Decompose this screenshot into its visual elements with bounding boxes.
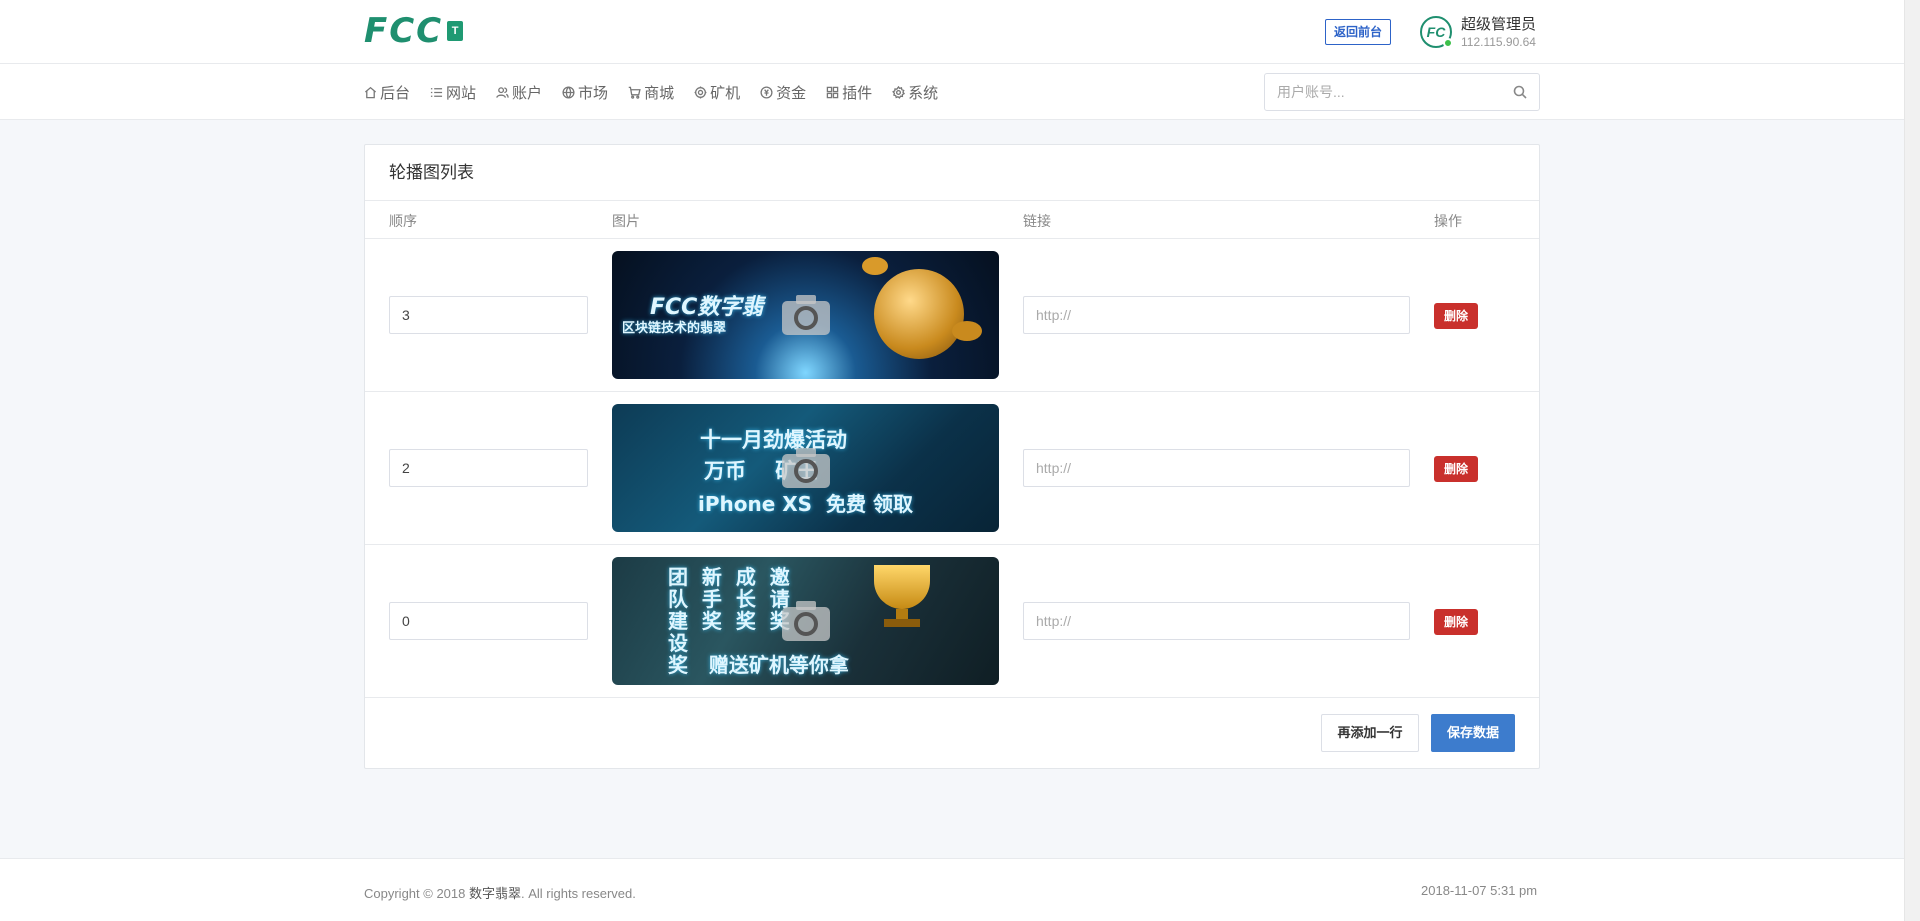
search-icon[interactable] xyxy=(1513,85,1527,99)
logo-mark: T xyxy=(447,21,464,41)
nav-label: 插件 xyxy=(842,84,873,102)
delete-button[interactable]: 删除 xyxy=(1434,609,1478,635)
brand-name: 数字翡翠 xyxy=(468,886,521,901)
save-button[interactable]: 保存数据 xyxy=(1431,714,1515,752)
site-logo[interactable]: FCC T xyxy=(364,11,464,51)
link-input[interactable] xyxy=(1023,296,1410,334)
nav-item-website[interactable]: 网站 xyxy=(430,82,476,103)
column-header-action: 操作 xyxy=(1434,213,1462,229)
column-header-image: 图片 xyxy=(612,213,640,229)
order-input[interactable] xyxy=(389,602,588,640)
nav-item-accounts[interactable]: 账户 xyxy=(496,82,542,103)
user-search xyxy=(1264,73,1540,111)
trophy-graphic xyxy=(874,565,930,609)
nav-label: 矿机 xyxy=(710,84,741,102)
home-icon xyxy=(364,86,377,98)
nav-item-funds[interactable]: 资金 xyxy=(760,82,806,103)
table-row: 团 新 成 邀 队 手 长 请 建 奖 奖 奖 设 奖 赠送矿机等你拿 删除 xyxy=(365,545,1539,698)
camera-icon[interactable] xyxy=(780,293,832,337)
settings-icon xyxy=(892,85,906,99)
nav-label: 资金 xyxy=(776,84,807,102)
globe-icon xyxy=(562,85,575,99)
logo-text: FCC xyxy=(364,11,444,51)
gear-icon xyxy=(694,86,707,98)
avatar[interactable]: FC xyxy=(1420,16,1453,48)
copyright-suffix: . All rights reserved. xyxy=(521,886,636,901)
card-footer: 再添加一行 保存数据 xyxy=(365,698,1539,768)
camera-icon[interactable] xyxy=(780,599,832,643)
nav-item-market[interactable]: 市场 xyxy=(562,82,608,103)
users-icon xyxy=(496,86,509,98)
delete-button[interactable]: 删除 xyxy=(1434,456,1478,482)
coin-graphic xyxy=(952,321,982,341)
banner-image[interactable]: FCC数字翡 区块链技术的翡翠 xyxy=(612,251,999,379)
link-input[interactable] xyxy=(1023,602,1410,640)
column-header-link: 链接 xyxy=(1023,213,1051,229)
user-ip: 112.115.90.64 xyxy=(1461,35,1536,49)
coin-graphic xyxy=(862,257,888,275)
trophy-base xyxy=(884,619,920,627)
nav-item-system[interactable]: 系统 xyxy=(892,82,938,103)
online-status-dot xyxy=(1443,38,1453,48)
nav-label: 市场 xyxy=(578,84,609,102)
add-row-button[interactable]: 再添加一行 xyxy=(1321,714,1419,752)
top-header: FCC T 返回前台 FC 超级管理员 112.115.90.64 xyxy=(0,0,1904,64)
page-scrollbar[interactable] xyxy=(1904,0,1920,921)
table-row: FCC数字翡 区块链技术的翡翠 删除 xyxy=(365,239,1539,392)
card-title: 轮播图列表 xyxy=(365,145,1539,201)
main-nav: 后台 网站 账户 市场 商城 矿机 资金 插件 系统 用户账号... xyxy=(0,64,1904,120)
nav-item-plugins[interactable]: 插件 xyxy=(826,82,872,103)
search-input[interactable] xyxy=(1265,74,1495,110)
nav-label: 系统 xyxy=(908,84,939,102)
bitcoin-graphic xyxy=(874,269,964,359)
grid-icon xyxy=(826,86,839,98)
banner-text: iPhone XS 免费 领取 xyxy=(698,492,913,516)
list-icon xyxy=(430,87,443,97)
nav-item-miners[interactable]: 矿机 xyxy=(694,82,740,103)
page-footer: Copyright © 2018 数字翡翠. All rights reserv… xyxy=(0,858,1904,921)
table-row: 十一月劲爆活动 万币 矿王 iPhone XS 免费 领取 删除 xyxy=(365,392,1539,545)
trophy-stem xyxy=(896,609,908,619)
carousel-list-card: 轮播图列表 顺序 图片 链接 操作 FCC数字翡 区块链技术的翡翠 删除 十一月… xyxy=(364,144,1540,769)
delete-button[interactable]: 删除 xyxy=(1434,303,1478,329)
table-header: 顺序 图片 链接 操作 xyxy=(365,201,1539,239)
banner-text: 区块链技术的翡翠 xyxy=(622,321,727,336)
nav-item-mall[interactable]: 商城 xyxy=(628,82,674,103)
nav-label: 网站 xyxy=(446,84,477,102)
order-input[interactable] xyxy=(389,296,588,334)
nav-label: 商城 xyxy=(644,84,675,102)
copyright: Copyright © 2018 数字翡翠. All rights reserv… xyxy=(364,883,636,902)
nav-item-dashboard[interactable]: 后台 xyxy=(364,82,410,103)
current-datetime: 2018-11-07 5:31 pm xyxy=(1421,883,1538,898)
nav-label: 账户 xyxy=(512,84,543,102)
camera-icon[interactable] xyxy=(780,446,832,490)
banner-image[interactable]: 十一月劲爆活动 万币 矿王 iPhone XS 免费 领取 xyxy=(612,404,999,532)
back-to-frontend-button[interactable]: 返回前台 xyxy=(1325,19,1392,45)
order-input[interactable] xyxy=(389,449,588,487)
nav-label: 后台 xyxy=(380,84,411,102)
cart-icon xyxy=(628,86,641,99)
avatar-initials: FC xyxy=(1426,24,1446,40)
banner-image[interactable]: 团 新 成 邀 队 手 长 请 建 奖 奖 奖 设 奖 赠送矿机等你拿 xyxy=(612,557,999,685)
column-header-order: 顺序 xyxy=(389,213,417,229)
coin-icon xyxy=(760,85,773,99)
user-name[interactable]: 超级管理员 xyxy=(1461,13,1536,34)
banner-text: 奖 赠送矿机等你拿 xyxy=(668,653,849,677)
copyright-prefix: Copyright © 2018 xyxy=(364,886,469,901)
link-input[interactable] xyxy=(1023,449,1410,487)
